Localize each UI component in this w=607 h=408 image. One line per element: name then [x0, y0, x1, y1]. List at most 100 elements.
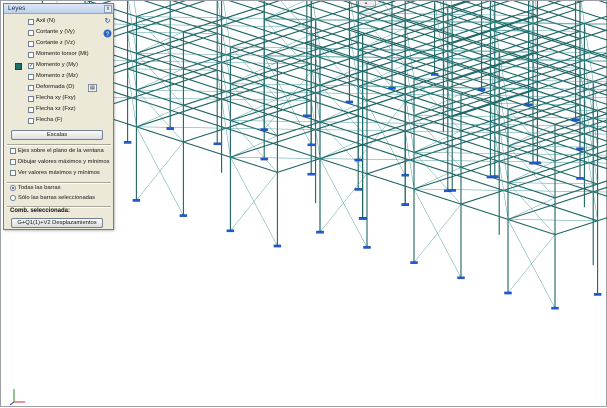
- bracing: [230, 157, 320, 158]
- radio-all-bars[interactable]: Todas las barras: [10, 185, 61, 195]
- bracing: [222, 26, 226, 55]
- bracing: [593, 192, 597, 221]
- law-checkbox[interactable]: [28, 19, 34, 25]
- bracing: [311, 27, 315, 56]
- law-label: Momento z (Mz): [36, 73, 78, 79]
- bracing: [136, 127, 226, 128]
- deformed-options-icon[interactable]: ▤: [88, 84, 97, 92]
- support-icon: [577, 148, 584, 150]
- bracing: [222, 26, 312, 27]
- radio-button[interactable]: [10, 195, 16, 201]
- option-checkbox[interactable]: [10, 170, 16, 176]
- close-icon[interactable]: x: [104, 5, 112, 13]
- beam: [320, 159, 555, 235]
- law-row-deformada[interactable]: Deformada (D) ▤: [4, 83, 115, 94]
- law-checkbox[interactable]: [28, 52, 34, 58]
- bracing: [448, 88, 452, 117]
- support-icon: [572, 119, 579, 121]
- law-row-flecha-xy[interactable]: Flecha xy (Fxy): [4, 94, 115, 105]
- law-checkbox[interactable]: [28, 107, 34, 113]
- beam: [85, 83, 320, 159]
- bracing: [128, 1, 132, 24]
- support-icon: [402, 204, 409, 206]
- law-row-axil[interactable]: Axil (N): [4, 17, 115, 28]
- support-icon: [552, 307, 559, 309]
- support-icon: [303, 115, 310, 117]
- support-icon: [227, 230, 234, 232]
- beam: [448, 117, 607, 193]
- law-checkbox[interactable]: [28, 30, 34, 36]
- bracing: [533, 60, 537, 89]
- bracing: [320, 122, 410, 124]
- support-icon: [124, 141, 131, 143]
- bracing: [136, 17, 226, 18]
- bracing: [580, 31, 584, 60]
- radio-button-selected[interactable]: [10, 185, 16, 191]
- law-color-swatch[interactable]: [15, 63, 22, 70]
- bracing: [405, 58, 409, 87]
- support-icon: [525, 104, 532, 106]
- bracing: [593, 82, 597, 111]
- bracing: [499, 125, 503, 154]
- bracing: [226, 18, 316, 19]
- bracing: [405, 131, 495, 132]
- combination-label: Comb. seleccionada:: [10, 208, 70, 214]
- law-checkbox[interactable]: [28, 85, 34, 91]
- option-axes-window-plane[interactable]: Ejes sobre el plano de la ventana: [10, 148, 104, 158]
- law-label: Deformada (D): [36, 84, 74, 90]
- law-checkbox-checked[interactable]: ✓: [28, 63, 34, 69]
- law-checkbox[interactable]: [28, 118, 34, 124]
- bracing: [589, 89, 593, 118]
- bracing: [504, 80, 508, 109]
- law-label: Flecha xz (Fxz): [36, 106, 76, 112]
- panel-title-bar[interactable]: Leyes x: [4, 4, 113, 14]
- bracing: [222, 63, 226, 92]
- bracing: [499, 161, 503, 190]
- bracing: [495, 22, 499, 51]
- bracing: [226, 18, 230, 47]
- support-icon: [133, 199, 140, 201]
- support-icon: [355, 159, 362, 161]
- scales-button[interactable]: Escalas: [11, 130, 103, 140]
- bracing: [132, 98, 136, 127]
- law-row-momento-y[interactable]: ✓ Momento y (My): [4, 61, 115, 72]
- law-row-momento-torsor[interactable]: Momento torsor (Mt): [4, 50, 115, 61]
- bracing: [136, 53, 226, 54]
- bracing: [354, 57, 358, 86]
- beam: [363, 145, 598, 221]
- law-row-momento-z[interactable]: Momento z (Mz): [4, 72, 115, 83]
- option-draw-max-min[interactable]: Dibujar valores máximos y mínimos: [10, 159, 110, 169]
- combination-button[interactable]: G+Q1(1)+V2 Desplazamientos: [11, 218, 103, 228]
- radio-selected-bars[interactable]: Sólo las barras seleccionadas: [10, 195, 95, 205]
- panel-title: Leyes: [8, 5, 25, 12]
- bracing: [316, 93, 320, 122]
- laws-panel: Leyes x ↻ ? Axil (N) Cortante y (Vy) Cor…: [3, 3, 114, 230]
- law-checkbox[interactable]: [28, 74, 34, 80]
- option-checkbox[interactable]: [10, 148, 16, 154]
- option-checkbox[interactable]: [10, 159, 16, 165]
- law-row-flecha[interactable]: Flecha (F): [4, 116, 115, 127]
- bracing: [222, 99, 312, 100]
- law-row-cortante-y[interactable]: Cortante y (Vy): [4, 28, 115, 39]
- bracing: [499, 51, 503, 80]
- bracing: [490, 103, 580, 104]
- support-icon: [431, 73, 438, 75]
- support-icon: [261, 129, 268, 131]
- law-checkbox[interactable]: [28, 41, 34, 47]
- bracing: [128, 69, 218, 70]
- radio-label: Sólo las barras seleccionadas: [18, 195, 95, 201]
- bracing: [128, 69, 132, 98]
- law-row-flecha-xz[interactable]: Flecha xz (Fxz): [4, 105, 115, 116]
- bracing: [410, 160, 414, 189]
- law-checkbox[interactable]: [28, 96, 34, 102]
- axis-triad-icon: [8, 386, 28, 406]
- option-show-max-min[interactable]: Ver valores máximos y mínimos: [10, 170, 100, 180]
- law-label: Momento torsor (Mt): [36, 51, 89, 57]
- bracing: [405, 94, 409, 123]
- bracing: [311, 64, 315, 93]
- bracing: [490, 103, 494, 132]
- bracing: [414, 189, 504, 190]
- law-row-cortante-z[interactable]: Cortante z (Vz): [4, 39, 115, 50]
- bracing: [584, 134, 588, 163]
- support-icon: [364, 246, 371, 248]
